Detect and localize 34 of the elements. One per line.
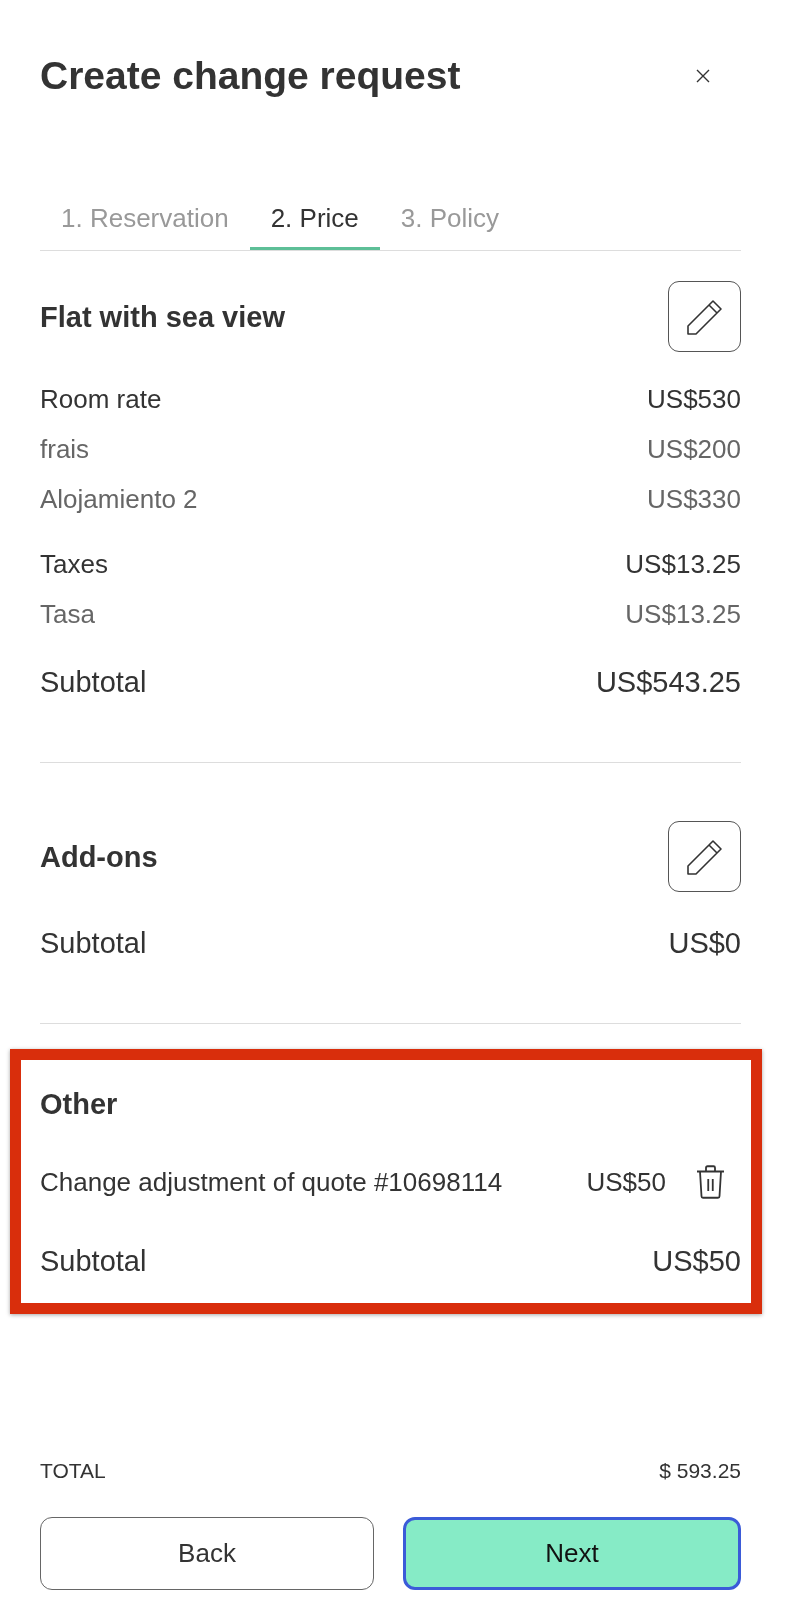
next-button[interactable]: Next xyxy=(403,1517,741,1590)
edit-button[interactable] xyxy=(668,281,741,352)
trash-icon xyxy=(695,1164,726,1200)
section-heading: Add-ons xyxy=(40,839,158,875)
line-label: Tasa xyxy=(40,598,95,630)
line-amount: US$13.25 xyxy=(625,548,741,580)
line-amount: US$200 xyxy=(647,433,741,465)
pencil-icon xyxy=(686,298,723,335)
line-amount: US$530 xyxy=(647,383,741,415)
line-label: Alojamiento 2 xyxy=(40,483,198,515)
total-label: TOTAL xyxy=(40,1458,106,1484)
back-button[interactable]: Back xyxy=(40,1517,374,1590)
tab[interactable]: 2. Price xyxy=(249,190,380,250)
edit-button[interactable] xyxy=(668,821,741,892)
pencil-icon xyxy=(686,838,723,875)
subtotal-label: Subtotal xyxy=(40,926,147,961)
line-label: Room rate xyxy=(40,383,162,415)
line-amount: US$13.25 xyxy=(625,598,741,630)
subtotal-amount: US$50 xyxy=(652,1244,741,1279)
section-heading: Flat with sea view xyxy=(40,299,285,335)
total-amount: $ 593.25 xyxy=(659,1458,741,1484)
subtotal-amount: US$543.25 xyxy=(595,665,741,700)
line-amount: US$330 xyxy=(647,483,741,515)
line-label: Change adjustment of quote #10698114 xyxy=(40,1166,503,1198)
subtotal-amount: US$0 xyxy=(668,926,741,961)
close-icon xyxy=(696,69,710,83)
line-amount: US$50 xyxy=(586,1166,666,1198)
subtotal-label: Subtotal xyxy=(40,665,147,700)
line-label: Taxes xyxy=(40,548,108,580)
delete-button[interactable] xyxy=(695,1164,726,1200)
section-heading: Other xyxy=(40,1087,118,1122)
subtotal-label: Subtotal xyxy=(40,1244,147,1279)
dialog-title: Create change request xyxy=(40,53,461,99)
line-label: frais xyxy=(40,433,90,465)
